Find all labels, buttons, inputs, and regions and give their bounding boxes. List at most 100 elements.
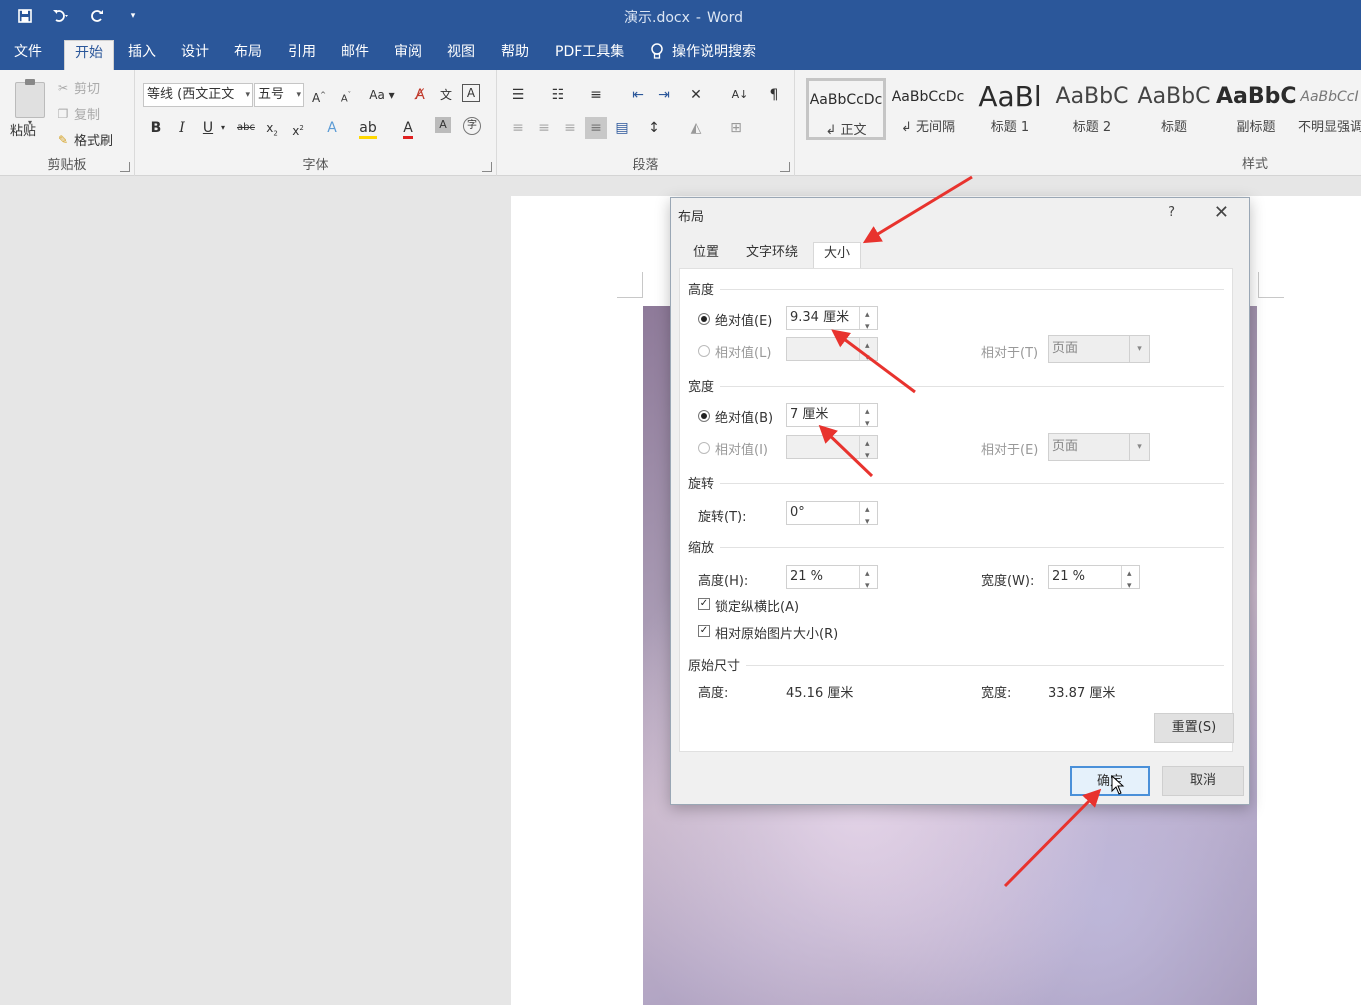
lock-aspect-checkbox[interactable]: ✓ xyxy=(698,598,710,610)
font-color-icon[interactable]: A xyxy=(397,117,419,139)
line-spacing-icon[interactable]: ↕ xyxy=(643,117,665,139)
height-relative-radio[interactable] xyxy=(698,345,710,357)
width-relative-to-value: 页面 xyxy=(1052,439,1079,454)
spinner-icon[interactable] xyxy=(859,433,877,467)
copy-button[interactable]: ❐ 复制 xyxy=(56,104,100,124)
tab-view[interactable]: 视图 xyxy=(437,40,485,70)
height-absolute-input[interactable]: 9.34 厘米 xyxy=(786,304,878,338)
strikethrough-icon[interactable]: abc xyxy=(235,117,257,139)
width-relative-to-select[interactable]: 页面 ▾ xyxy=(1048,433,1150,461)
spinner-icon[interactable] xyxy=(859,401,877,435)
tab-size[interactable]: 大小 xyxy=(813,242,862,268)
tab-mailings[interactable]: 邮件 xyxy=(331,40,379,70)
spinner-icon[interactable] xyxy=(859,335,877,369)
width-absolute-input[interactable]: 7 厘米 xyxy=(786,401,878,435)
tell-me-search[interactable]: 操作说明搜索 xyxy=(650,40,756,64)
tab-pdf-tools[interactable]: PDF工具集 xyxy=(545,40,634,70)
tab-review[interactable]: 审阅 xyxy=(384,40,432,70)
italic-icon[interactable]: I xyxy=(171,117,193,139)
multilevel-list-icon[interactable]: ≡ xyxy=(585,84,607,106)
cancel-button[interactable]: 取消 xyxy=(1162,766,1244,796)
paste-button[interactable]: 粘贴 ▾ xyxy=(10,79,50,139)
decrease-indent-icon[interactable]: ⇤ xyxy=(627,84,649,106)
sort-icon[interactable]: A↓ xyxy=(729,84,751,106)
shading-icon[interactable]: ◭ xyxy=(685,117,707,139)
tab-layout[interactable]: 布局 xyxy=(224,40,272,70)
font-family-combo[interactable]: 等线 (西文正文 ▾ xyxy=(143,83,253,107)
borders-icon[interactable]: ⊞ xyxy=(725,117,747,139)
increase-indent-icon[interactable]: ⇥ xyxy=(653,84,675,106)
align-center-icon[interactable]: ≡ xyxy=(533,117,555,139)
tab-design[interactable]: 设计 xyxy=(171,40,219,70)
tab-references[interactable]: 引用 xyxy=(278,40,326,70)
show-marks-icon[interactable]: ¶ xyxy=(763,84,785,106)
enclose-characters-icon[interactable]: 字 xyxy=(463,117,481,135)
width-relative-label: 相对值(I) xyxy=(715,443,768,458)
font-family-value: 等线 (西文正文 xyxy=(147,87,235,102)
width-relative-radio[interactable] xyxy=(698,442,710,454)
width-absolute-radio[interactable] xyxy=(698,410,710,422)
help-button[interactable]: ? xyxy=(1168,205,1175,220)
tab-file[interactable]: 文件 xyxy=(4,40,52,70)
width-absolute-label: 绝对值(B) xyxy=(715,411,774,426)
format-painter-button[interactable]: ✎ 格式刷 xyxy=(56,130,113,150)
grow-font-icon[interactable]: A^ xyxy=(308,84,330,106)
style-heading-2[interactable]: AaBbC 标题 2 xyxy=(1052,78,1132,140)
underline-icon[interactable]: U xyxy=(197,117,219,139)
tab-home[interactable]: 开始 xyxy=(64,40,114,70)
align-left-icon[interactable]: ≡ xyxy=(507,117,529,139)
spinner-icon[interactable] xyxy=(859,304,877,338)
reset-button[interactable]: 重置(S) xyxy=(1154,713,1234,743)
paragraph-launcher-icon[interactable] xyxy=(780,162,790,172)
subscript-icon[interactable]: x2 xyxy=(261,117,283,139)
clear-formatting-icon[interactable]: A̸ xyxy=(409,84,431,106)
justify-icon[interactable]: ≡ xyxy=(585,117,607,139)
chevron-down-icon: ▾ xyxy=(1129,434,1149,460)
phonetic-guide-icon[interactable]: 文 xyxy=(435,84,457,106)
rotate-input[interactable]: 0° xyxy=(786,499,878,533)
close-icon[interactable]: ✕ xyxy=(1214,202,1229,223)
tab-insert[interactable]: 插入 xyxy=(118,40,166,70)
numbering-icon[interactable]: ☷ xyxy=(547,84,569,106)
superscript-icon[interactable]: x2 xyxy=(287,117,309,139)
scale-width-value: 21 % xyxy=(1052,569,1086,584)
tab-position[interactable]: 位置 xyxy=(683,242,729,266)
paragraph-group-label: 段落 xyxy=(632,158,659,173)
height-relative-to-select[interactable]: 页面 ▾ xyxy=(1048,335,1150,363)
character-border-icon[interactable]: A xyxy=(462,84,480,102)
original-size-section-label: 原始尺寸 xyxy=(688,659,741,674)
bold-icon[interactable]: B xyxy=(145,117,167,139)
relative-original-checkbox[interactable]: ✓ xyxy=(698,625,710,637)
ok-button[interactable]: 确定 xyxy=(1070,766,1150,796)
distributed-icon[interactable]: ▤ xyxy=(611,117,633,139)
style-subtitle[interactable]: AaBbC 副标题 xyxy=(1216,78,1296,140)
shrink-font-icon[interactable]: Aˇ xyxy=(335,84,357,106)
style-normal[interactable]: AaBbCcDc ↲ 正文 xyxy=(806,78,886,140)
tab-help[interactable]: 帮助 xyxy=(491,40,539,70)
underline-dropdown-icon[interactable]: ▾ xyxy=(217,117,229,139)
scale-height-input[interactable]: 21 % xyxy=(786,563,878,597)
align-right-icon[interactable]: ≡ xyxy=(559,117,581,139)
height-relative-input[interactable] xyxy=(786,335,878,369)
character-shading-icon[interactable]: A xyxy=(435,117,451,133)
spinner-icon[interactable] xyxy=(859,499,877,533)
style-subtle-emphasis[interactable]: AaBbCcI 不明显强调 xyxy=(1298,78,1361,140)
width-relative-input[interactable] xyxy=(786,433,878,467)
spinner-icon[interactable] xyxy=(859,563,877,597)
text-effects-icon[interactable]: A xyxy=(321,117,343,139)
highlight-icon[interactable]: ab xyxy=(357,117,379,139)
scale-width-input[interactable]: 21 % xyxy=(1048,563,1140,597)
tab-text-wrapping[interactable]: 文字环绕 xyxy=(736,242,808,266)
height-absolute-radio[interactable] xyxy=(698,313,710,325)
style-title[interactable]: AaBbC 标题 xyxy=(1134,78,1214,140)
spinner-icon[interactable] xyxy=(1121,563,1139,597)
font-size-combo[interactable]: 五号 ▾ xyxy=(254,83,304,107)
change-case-icon[interactable]: Aa ▾ xyxy=(365,84,399,106)
style-no-spacing[interactable]: AaBbCcDc ↲ 无间隔 xyxy=(888,78,968,140)
chinese-layout-icon[interactable]: ✕ xyxy=(685,84,707,106)
clipboard-launcher-icon[interactable] xyxy=(120,162,130,172)
font-launcher-icon[interactable] xyxy=(482,162,492,172)
cut-button[interactable]: ✂ 剪切 xyxy=(56,78,100,98)
bullets-icon[interactable]: ☰ xyxy=(507,84,529,106)
style-heading-1[interactable]: AaBl 标题 1 xyxy=(970,78,1050,140)
